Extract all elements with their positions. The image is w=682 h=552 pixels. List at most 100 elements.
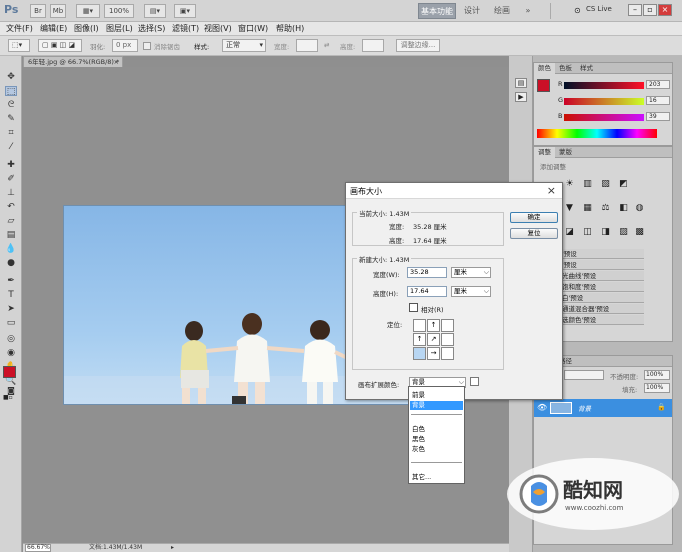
marquee-tool-icon[interactable]: ⬚	[5, 86, 17, 97]
anchor-mid-right[interactable]	[441, 333, 454, 346]
zoom-level-dropdown[interactable]: 100%	[104, 4, 134, 18]
3d-rotate-tool-icon[interactable]: ◎	[5, 334, 17, 344]
dialog-close-icon[interactable]: ×	[547, 184, 556, 197]
feather-input[interactable]: 0 px	[112, 39, 138, 52]
workspace-more-icon[interactable]: »	[522, 3, 534, 19]
brush-tool-icon[interactable]: ✐	[5, 174, 17, 184]
tab-adjustments[interactable]: 调整	[534, 147, 555, 158]
preset-item[interactable]: 白'预设	[562, 293, 644, 303]
option-foreground[interactable]: 前景	[410, 391, 463, 400]
width-input[interactable]: 35.28	[407, 267, 447, 278]
height-input[interactable]: 17.64	[407, 286, 447, 297]
screen-mode-button[interactable]: ▣▾	[174, 4, 196, 18]
type-tool-icon[interactable]: T	[5, 290, 17, 300]
cs-live-button[interactable]: CS Live	[586, 5, 612, 13]
anchor-top-left[interactable]	[413, 319, 426, 332]
menu-image[interactable]: 图像(I)	[74, 23, 99, 34]
levels-icon[interactable]: ▥	[582, 179, 593, 190]
bridge-button[interactable]: Br	[30, 4, 46, 18]
3d-orbit-tool-icon[interactable]: ◉	[5, 348, 17, 358]
opacity-input[interactable]: 100%	[644, 370, 670, 380]
menu-filter[interactable]: 滤镜(T)	[172, 23, 199, 34]
option-gray[interactable]: 灰色	[410, 445, 463, 454]
fill-input[interactable]: 100%	[644, 383, 670, 393]
clone-stamp-tool-icon[interactable]: ⊥	[5, 188, 17, 198]
anchor-top-center[interactable]: ↑	[427, 319, 440, 332]
minimize-icon[interactable]: –	[628, 4, 642, 16]
refine-edge-button[interactable]: 调整边缘...	[396, 39, 440, 52]
green-value[interactable]: 16	[646, 96, 670, 105]
menu-file[interactable]: 文件(F)	[6, 23, 33, 34]
option-background[interactable]: 背景	[410, 401, 463, 410]
vibrance-icon[interactable]: ▼	[564, 203, 575, 214]
width-input[interactable]	[296, 39, 318, 52]
anchor-bottom-left[interactable]	[413, 347, 426, 360]
quick-select-tool-icon[interactable]: ✎	[5, 114, 17, 124]
selection-mode-buttons[interactable]: ▢ ▣ ◫ ◪	[38, 39, 82, 52]
move-tool-icon[interactable]: ✥	[5, 72, 17, 82]
selective-color-icon[interactable]: ▩	[634, 227, 645, 238]
menu-view[interactable]: 视图(V)	[204, 23, 232, 34]
anchor-bottom-right[interactable]	[441, 347, 454, 360]
lasso-tool-icon[interactable]: ᘓ	[5, 100, 17, 110]
healing-brush-tool-icon[interactable]: ✚	[5, 160, 17, 170]
invert-icon[interactable]: ◪	[564, 227, 575, 238]
width-unit-dropdown[interactable]: 厘米 ⌵	[451, 267, 491, 278]
option-white[interactable]: 白色	[410, 425, 463, 434]
preset-item[interactable]: 选颜色'预设	[562, 315, 644, 325]
zoom-value[interactable]: 66.67%	[25, 544, 51, 552]
relative-checkbox[interactable]	[409, 303, 418, 312]
threshold-icon[interactable]: ◨	[600, 227, 611, 238]
history-brush-tool-icon[interactable]: ↶	[5, 202, 17, 212]
crop-tool-icon[interactable]: ⌗	[5, 128, 17, 138]
tool-preset-picker[interactable]: ⬚▾	[8, 39, 30, 52]
photo-filter-icon[interactable]: ◍	[634, 203, 645, 214]
hue-saturation-icon[interactable]: ▦	[582, 203, 593, 214]
menu-select[interactable]: 选择(S)	[138, 23, 165, 34]
red-value[interactable]: 203	[646, 80, 670, 89]
eraser-tool-icon[interactable]: ▱	[5, 216, 17, 226]
anchor-mid-center[interactable]: ↗	[427, 333, 440, 346]
color-spectrum-bar[interactable]	[537, 129, 657, 138]
quick-mask-icon[interactable]: ◙	[5, 386, 17, 396]
curves-icon[interactable]: ▧	[600, 179, 611, 190]
maximize-icon[interactable]: ▫	[643, 4, 657, 16]
tab-swatches[interactable]: 色板	[555, 63, 576, 74]
mini-bridge-button[interactable]: Mb	[50, 4, 66, 18]
blue-value[interactable]: 39	[646, 112, 670, 121]
blur-tool-icon[interactable]: 💧	[5, 244, 17, 254]
preset-item[interactable]: 饱和度'预设	[562, 282, 644, 292]
document-tab[interactable]: 6年轻.jpg @ 66.7%(RGB/8) * ×	[23, 56, 123, 67]
foreground-color-swatch[interactable]	[3, 366, 16, 378]
menu-layer[interactable]: 图层(L)	[106, 23, 133, 34]
view-extras-button[interactable]: ▦▾	[76, 4, 100, 18]
red-slider[interactable]	[564, 82, 644, 89]
reset-button[interactable]: 复位	[510, 228, 558, 239]
color-balance-icon[interactable]: ⚖	[600, 203, 611, 214]
option-other[interactable]: 其它...	[410, 473, 463, 482]
ext-color-swatch[interactable]	[470, 377, 479, 386]
exposure-icon[interactable]: ◩	[618, 179, 629, 190]
gradient-tool-icon[interactable]: ▤	[5, 230, 17, 240]
brightness-icon[interactable]: ☀	[564, 179, 575, 190]
status-arrow-icon[interactable]: ▸	[171, 544, 174, 552]
panel-foreground-swatch[interactable]	[537, 79, 550, 92]
posterize-icon[interactable]: ◫	[582, 227, 593, 238]
gradient-map-icon[interactable]: ▨	[618, 227, 629, 238]
height-input[interactable]	[362, 39, 384, 52]
workspace-tab-painting[interactable]: 绘画	[490, 3, 514, 19]
option-black[interactable]: 黑色	[410, 435, 463, 444]
blue-slider[interactable]	[564, 114, 644, 121]
preset-item[interactable]: '预设	[562, 260, 644, 270]
workspace-tab-design[interactable]: 设计	[460, 3, 484, 19]
menu-help[interactable]: 帮助(H)	[276, 23, 304, 34]
visibility-eye-icon[interactable]: 👁	[537, 403, 547, 412]
preset-item[interactable]: '预设	[562, 249, 644, 259]
history-panel-icon[interactable]: ▤	[515, 78, 527, 88]
close-icon[interactable]: ×	[658, 4, 672, 16]
anchor-top-right[interactable]	[441, 319, 454, 332]
workspace-tab-essentials[interactable]: 基本功能	[418, 3, 456, 19]
menu-edit[interactable]: 编辑(E)	[40, 23, 67, 34]
preset-item[interactable]: 光曲线'预设	[562, 271, 644, 281]
arrange-documents-button[interactable]: ▤▾	[144, 4, 166, 18]
